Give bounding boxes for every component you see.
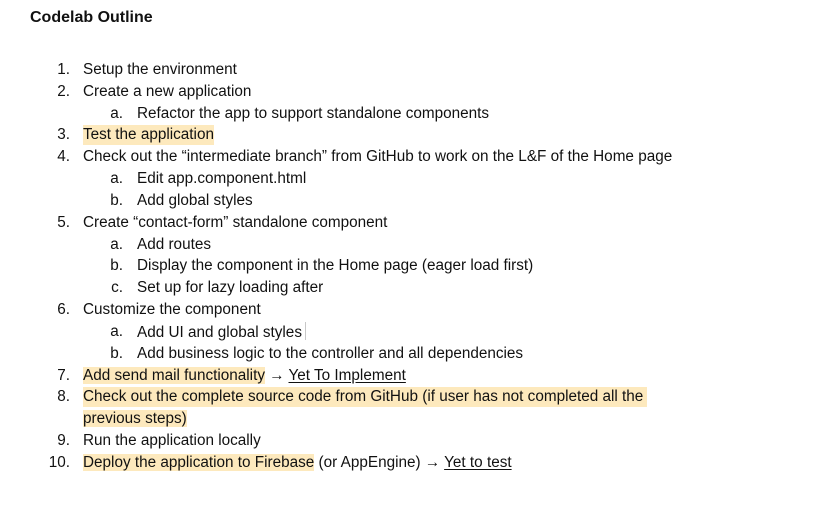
- list-item-text: Check out the “intermediate branch” from…: [83, 148, 673, 165]
- arrow-icon: →: [424, 454, 441, 471]
- list-number: 4.: [57, 148, 70, 165]
- status-link[interactable]: Yet to test: [444, 454, 511, 471]
- list-number: 5.: [57, 214, 70, 231]
- sub-list-letter: b.: [110, 345, 123, 362]
- sub-list-item-text: Refactor the app to support standalone c…: [137, 105, 490, 122]
- highlighted-text: Deploy the application to Firebase: [83, 454, 315, 471]
- arrow-icon: →: [269, 367, 285, 384]
- highlighted-text: Add send mail functionality: [83, 367, 265, 384]
- list-number: 1.: [57, 61, 70, 78]
- document-page: Codelab Outline 1. Setup the environment…: [0, 0, 837, 506]
- sub-list-item-label: Add UI and global styles: [137, 324, 302, 341]
- highlighted-text: previous steps): [83, 410, 187, 427]
- list-item-continuation: previous steps): [83, 409, 187, 429]
- list-number: 8.: [57, 388, 70, 405]
- sub-list-item-text: Edit app.component.html: [137, 170, 307, 187]
- list-number: 7.: [57, 367, 70, 384]
- sub-list-item-text: Add routes: [137, 236, 211, 253]
- highlighted-text: Test the application: [83, 125, 214, 145]
- sub-list-item-text: Add UI and global styles: [137, 322, 306, 343]
- sub-list-letter: a.: [110, 236, 123, 253]
- list-item-text: Create a new application: [83, 83, 252, 100]
- sub-list-item-text: Set up for lazy loading after: [137, 279, 324, 296]
- list-item-text: Run the application locally: [83, 432, 261, 449]
- sub-list-item-text: Add business logic to the controller and…: [137, 345, 524, 362]
- list-number: 9.: [57, 432, 70, 449]
- document-title: Codelab Outline: [30, 9, 153, 26]
- list-item-text: Customize the component: [83, 301, 261, 318]
- list-item-text: (or AppEngine): [314, 454, 425, 471]
- sub-list-letter: a.: [110, 323, 123, 340]
- highlighted-text: Check out the complete source code from …: [83, 387, 648, 407]
- list-number: 6.: [57, 301, 70, 318]
- sub-list-letter: a.: [110, 105, 123, 122]
- status-link[interactable]: Yet To Implement: [289, 367, 406, 384]
- list-item-text: Setup the environment: [83, 61, 237, 78]
- text-cursor: [304, 322, 306, 340]
- list-number: 10.: [48, 454, 70, 471]
- sub-list-letter: b.: [110, 257, 123, 274]
- list-number: 2.: [57, 83, 70, 100]
- sub-list-item-text: Add global styles: [137, 192, 253, 209]
- sub-list-letter: a.: [110, 170, 123, 187]
- sub-list-item-text: Display the component in the Home page (…: [137, 257, 534, 274]
- list-item-text: Create “contact-form” standalone compone…: [83, 214, 388, 231]
- list-item-content: Deploy the application to Firebase (or A…: [83, 453, 512, 473]
- list-item-content: Add send mail functionality → Yet To Imp…: [83, 366, 406, 386]
- sub-list-letter: c.: [111, 279, 123, 296]
- list-number: 3.: [57, 126, 70, 143]
- sub-list-letter: b.: [110, 192, 123, 209]
